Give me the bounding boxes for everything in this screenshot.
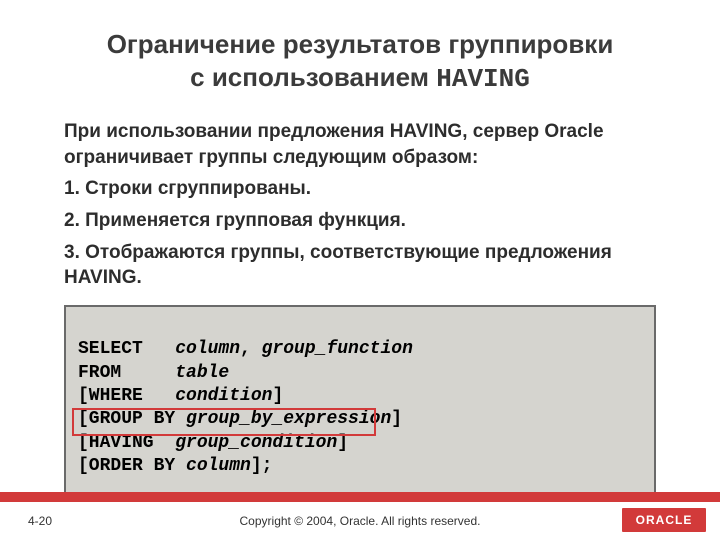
code-orderby-close: ];	[251, 456, 273, 476]
footer: 4-20 Copyright © 2004, Oracle. All right…	[0, 502, 720, 540]
code-orderby-open: [ORDER BY	[78, 456, 186, 476]
body-intro: При использовании предложения HAVING, се…	[64, 119, 656, 170]
title-line-2-prefix: с использованием	[190, 62, 436, 92]
code-having-cond: group_condition	[175, 433, 337, 453]
slide-body: При использовании предложения HAVING, се…	[0, 105, 720, 291]
code-select-kw: SELECT	[78, 339, 175, 359]
title-keyword-having: HAVING	[436, 64, 530, 94]
code-having-close: ]	[337, 433, 348, 453]
code-from-kw: FROM	[78, 363, 175, 383]
code-having-open: [HAVING	[78, 433, 175, 453]
slide: Ограничение результатов группировки с ис…	[0, 0, 720, 540]
footer-red-bar	[0, 492, 720, 502]
code-where-open: [WHERE	[78, 386, 175, 406]
code-table: table	[175, 363, 229, 383]
code-orderby-col: column	[186, 456, 251, 476]
code-select-column: column	[175, 339, 240, 359]
body-step-2: 2. Применяется групповая функция.	[64, 208, 656, 234]
code-comma: ,	[240, 339, 262, 359]
code-group-function: group_function	[262, 339, 413, 359]
title-line-1: Ограничение результатов группировки	[107, 29, 614, 59]
code-where-close: ]	[272, 386, 283, 406]
code-groupby-open: [GROUP BY	[78, 409, 186, 429]
code-groupby-close: ]	[391, 409, 402, 429]
code-condition: condition	[175, 386, 272, 406]
slide-title: Ограничение результатов группировки с ис…	[0, 0, 720, 105]
oracle-logo: ORACLE	[622, 508, 706, 532]
body-step-1: 1. Строки сгруппированы.	[64, 176, 656, 202]
copyright-text: Copyright © 2004, Oracle. All rights res…	[0, 514, 720, 528]
code-groupby-expr: group_by_expression	[186, 409, 391, 429]
body-step-3: 3. Отображаются группы, соответствующие …	[64, 240, 656, 291]
